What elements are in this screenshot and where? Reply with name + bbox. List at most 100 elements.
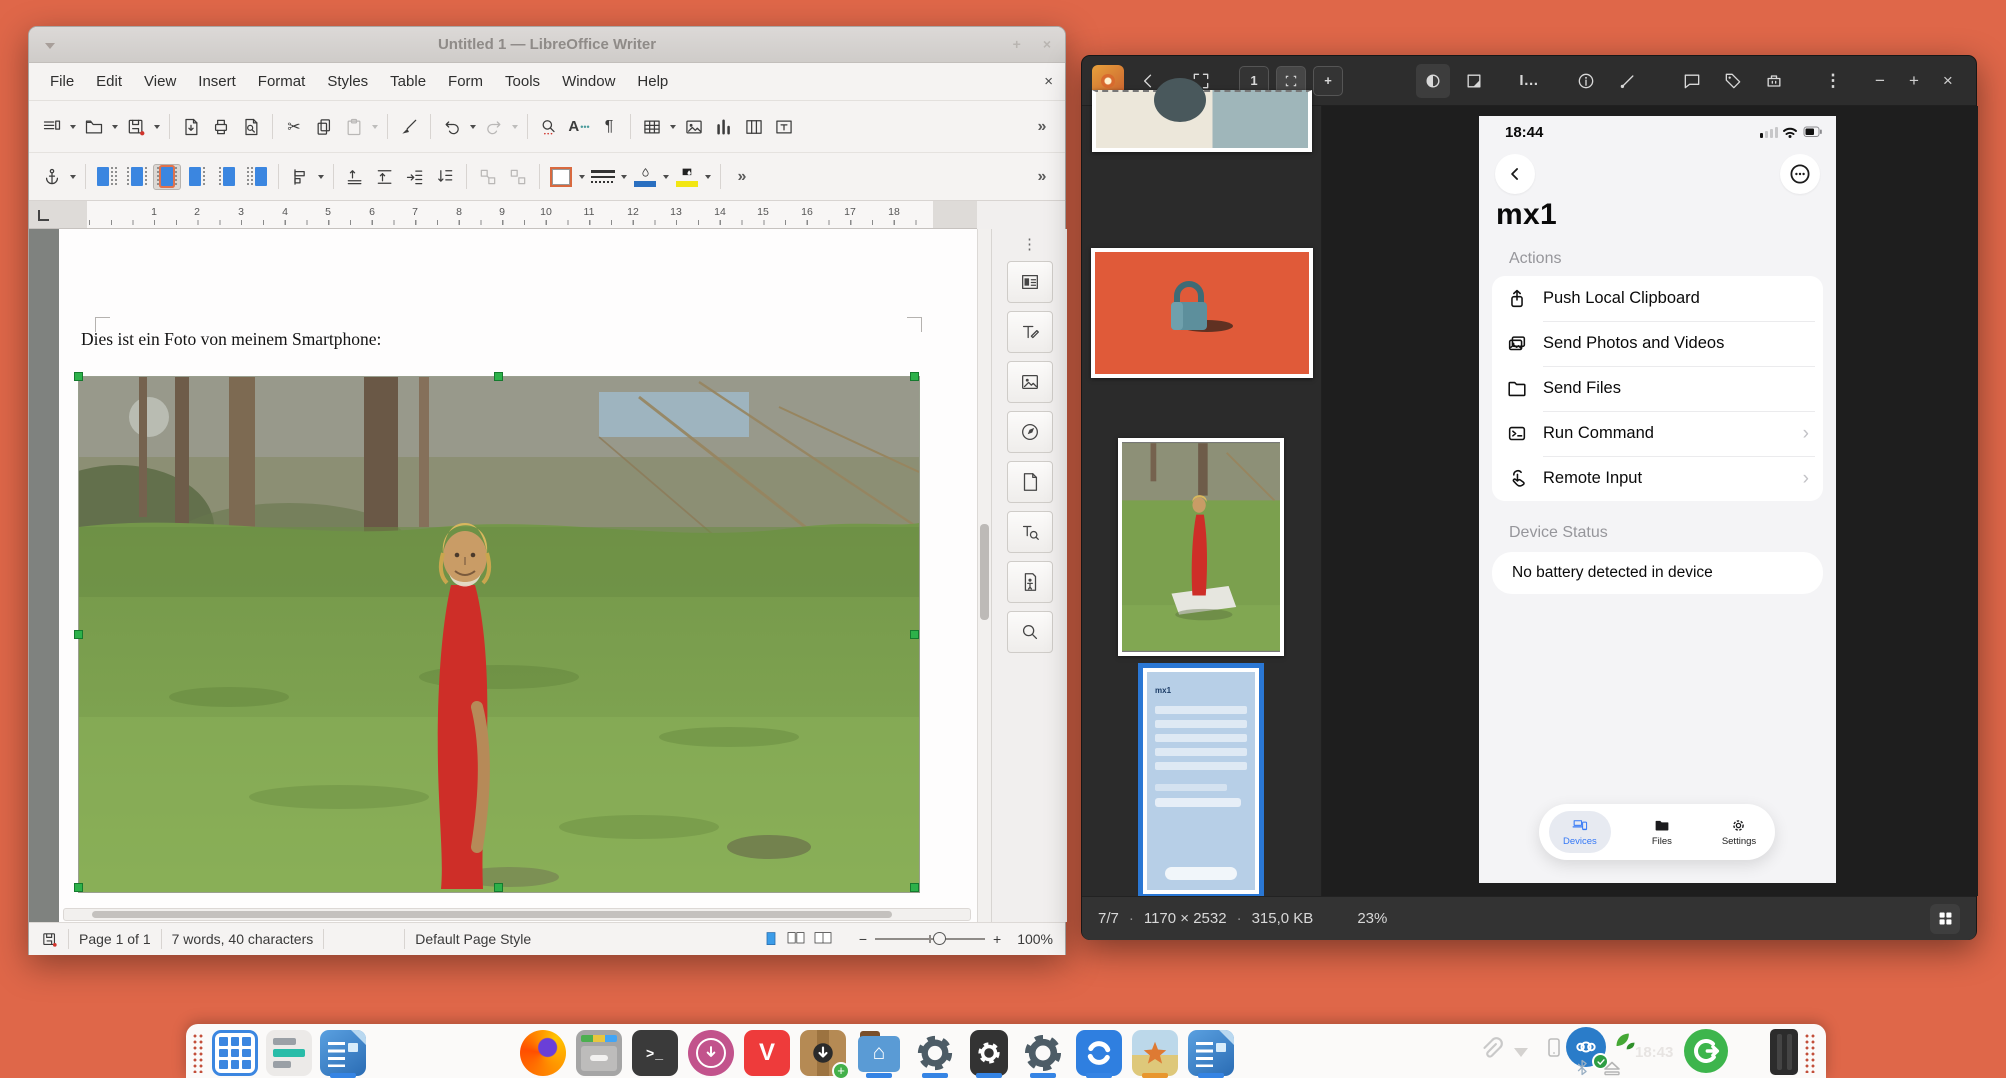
wrap-left-button[interactable] — [183, 164, 211, 190]
toolbar-overflow-icon[interactable]: » — [1027, 111, 1057, 143]
spelling-button[interactable]: A••• — [564, 111, 594, 143]
close-window-icon[interactable]: × — [1043, 36, 1051, 52]
insert-table-button[interactable] — [637, 111, 667, 143]
panel-widget[interactable] — [1770, 1029, 1798, 1075]
action-run-command[interactable]: Run Command › — [1492, 411, 1823, 456]
open-button[interactable] — [79, 111, 109, 143]
document-area[interactable]: Dies ist ein Foto von meinem Smartphone: — [29, 229, 977, 922]
bring-to-front-button[interactable] — [370, 161, 400, 193]
undo-button[interactable] — [437, 111, 467, 143]
insert-text-button[interactable]: I… — [1512, 64, 1546, 98]
bring-forward-button[interactable] — [340, 161, 370, 193]
anchor-caret[interactable] — [70, 175, 76, 179]
save-button[interactable] — [121, 111, 151, 143]
resize-handle[interactable] — [910, 630, 919, 639]
phone-tray-icon[interactable] — [1542, 1031, 1566, 1065]
page-count-label[interactable]: Page 1 of 1 — [79, 931, 151, 947]
document-image-selected[interactable] — [79, 377, 919, 892]
single-page-view-icon[interactable] — [763, 931, 779, 947]
borders-button[interactable] — [546, 161, 576, 193]
toolbar2-overflow-right-icon[interactable]: » — [1027, 161, 1057, 193]
tab-settings[interactable]: Settings — [1713, 817, 1765, 847]
resize-handle[interactable] — [494, 883, 503, 892]
page-style-label[interactable]: Default Page Style — [415, 931, 531, 947]
resize-handle[interactable] — [910, 883, 919, 892]
menu-format[interactable]: Format — [247, 68, 317, 96]
zoom-in-icon[interactable]: + — [993, 931, 1001, 947]
info-button[interactable] — [1569, 64, 1603, 98]
send-backward-button[interactable] — [400, 161, 430, 193]
zoom-in-button[interactable]: + — [1313, 66, 1343, 96]
find-replace-button[interactable] — [534, 111, 564, 143]
thumbnail-phone-screenshot-selected[interactable]: mx1 — [1143, 668, 1259, 894]
action-remote-input[interactable]: Remote Input › — [1492, 456, 1823, 501]
horizontal-ruler[interactable]: 1 2 3 4 5 6 7 8 9 10 11 12 13 14 15 16 1… — [29, 201, 977, 229]
maximize-window-icon[interactable]: + — [1909, 71, 1919, 91]
terminal-icon[interactable]: >_ — [632, 1030, 678, 1076]
menu-edit[interactable]: Edit — [85, 68, 133, 96]
resize-handle[interactable] — [74, 372, 83, 381]
document-paragraph[interactable]: Dies ist ein Foto von meinem Smartphone: — [81, 329, 381, 350]
close-document-icon[interactable]: × — [1044, 73, 1053, 90]
sidebar-tab-find[interactable] — [1007, 611, 1053, 653]
wrap-off-button[interactable] — [93, 164, 121, 190]
sidebar-settings-icon[interactable]: ⋮ — [992, 235, 1067, 253]
border-color-button[interactable] — [630, 161, 660, 193]
menu-table[interactable]: Table — [379, 68, 437, 96]
border-style-button[interactable] — [588, 161, 618, 193]
logout-power-button[interactable] — [1684, 1029, 1728, 1073]
page-columns-button[interactable] — [739, 111, 769, 143]
sidebar-tab-style-inspector[interactable] — [1007, 511, 1053, 553]
save-caret[interactable] — [154, 125, 160, 129]
menu-styles[interactable]: Styles — [316, 68, 379, 96]
send-to-back-button[interactable] — [430, 161, 460, 193]
libreoffice-writer-icon[interactable] — [320, 1030, 366, 1076]
border-color-caret[interactable] — [663, 175, 669, 179]
insert-chart-button[interactable] — [709, 111, 739, 143]
insert-table-caret[interactable] — [670, 125, 676, 129]
menu-view[interactable]: View — [133, 68, 187, 96]
align-objects-button[interactable] — [285, 161, 315, 193]
maximize-icon[interactable]: + — [1013, 36, 1021, 52]
print-preview-button[interactable] — [236, 111, 266, 143]
fill-color-caret[interactable] — [705, 175, 711, 179]
bluetooth-tray-icon[interactable] — [1573, 1058, 1592, 1077]
sidebar-tab-styles[interactable] — [1007, 311, 1053, 353]
zoom-slider-thumb[interactable] — [933, 932, 946, 945]
thumbnail-padlock-image[interactable] — [1091, 248, 1313, 378]
action-send-files[interactable]: Send Files — [1492, 366, 1823, 411]
thumbnail-wooden-figure-photo[interactable] — [1118, 438, 1284, 656]
minimize-window-icon[interactable]: − — [1875, 71, 1885, 91]
resize-handle[interactable] — [74, 883, 83, 892]
vertical-scrollbar[interactable] — [977, 229, 991, 922]
zoom-out-icon[interactable]: − — [859, 931, 867, 947]
menu-window[interactable]: Window — [551, 68, 626, 96]
menu-kebab-icon[interactable]: ⋮ — [1816, 64, 1850, 98]
close-window-icon[interactable]: × — [1943, 71, 1953, 91]
group-button[interactable] — [473, 161, 503, 193]
dock-handle-left[interactable] — [192, 1033, 204, 1073]
tasks-launcher-icon[interactable] — [266, 1030, 312, 1076]
tag-button[interactable] — [1716, 64, 1750, 98]
vivaldi-icon[interactable]: V — [744, 1030, 790, 1076]
settings-gear-icon[interactable] — [912, 1030, 958, 1076]
tab-stop-selector-icon[interactable] — [37, 208, 51, 222]
adjust-colors-button[interactable] — [1416, 64, 1450, 98]
paperclip-tray-icon[interactable] — [1478, 1036, 1504, 1062]
wrap-page-button[interactable] — [123, 164, 151, 190]
resize-handle[interactable] — [74, 630, 83, 639]
gthumb-dock-icon[interactable] — [1132, 1030, 1178, 1076]
histogram-button[interactable] — [1457, 64, 1491, 98]
eject-tray-icon[interactable] — [1600, 1056, 1624, 1078]
copy-button[interactable] — [309, 111, 339, 143]
sidebar-tab-navigator[interactable] — [1007, 411, 1053, 453]
print-button[interactable] — [206, 111, 236, 143]
border-style-caret[interactable] — [621, 175, 627, 179]
borders-caret[interactable] — [579, 175, 585, 179]
wrap-through-button[interactable] — [243, 164, 271, 190]
view-options-caret[interactable] — [70, 125, 76, 129]
action-push-clipboard[interactable]: Push Local Clipboard — [1492, 276, 1823, 321]
multi-page-view-icon[interactable] — [786, 931, 806, 947]
menu-insert[interactable]: Insert — [187, 68, 247, 96]
anchor-button[interactable] — [37, 161, 67, 193]
